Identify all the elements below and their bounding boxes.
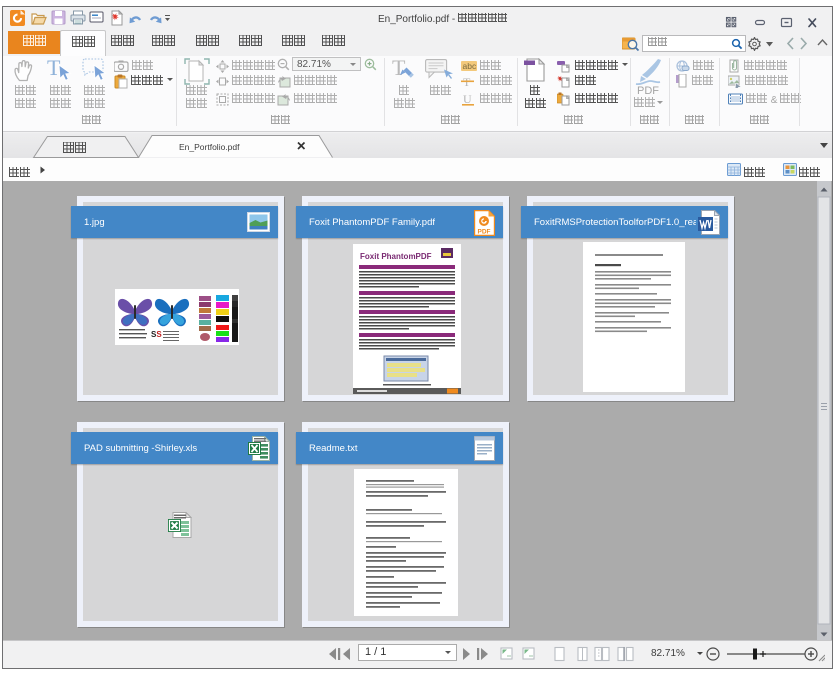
svg-text:PDF: PDF [478,229,491,236]
svg-text:SS: SS [151,330,162,339]
svg-text:T: T [392,58,406,80]
svg-text:abc: abc [463,61,477,71]
svg-text:Foxit PhantomPDF: Foxit PhantomPDF [360,252,432,261]
